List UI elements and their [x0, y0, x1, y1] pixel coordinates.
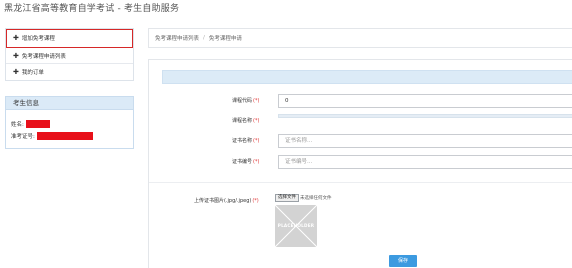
cert-name-label: 证书名称(*)	[232, 138, 260, 144]
menu-item-add-exempt-course[interactable]: ✚ 增加免考课程	[6, 29, 133, 48]
cert-number-input[interactable]: 证书编号...	[278, 155, 572, 169]
cert-name-input[interactable]: 证书名称...	[278, 134, 572, 148]
plus-icon: ✚	[13, 34, 19, 42]
student-name-label: 姓名:	[11, 122, 24, 128]
placeholder-text: PLACEHOLDER	[277, 223, 315, 228]
menu-item-exempt-list[interactable]: ✚ 免考课程申请列表	[6, 48, 133, 64]
student-exam-id-row: 准考证号:	[11, 130, 133, 142]
breadcrumb-separator: /	[203, 35, 205, 41]
menu-item-label: 我的订单	[21, 70, 44, 76]
redacted-exam-id	[36, 132, 93, 140]
student-info-panel: 考生信息 姓名: 准考证号:	[5, 96, 134, 149]
exempt-application-form: 课程代码(*) 0 课程名称(*) 证书名称(*) 证书名称... 证书编号(*…	[148, 59, 572, 268]
menu-item-my-orders[interactable]: ✚ 我的订单	[6, 64, 133, 80]
cert-number-label: 证书编号(*)	[232, 159, 260, 165]
student-info-body: 姓名: 准考证号:	[6, 110, 133, 148]
student-info-title: 考生信息	[6, 97, 133, 110]
save-button[interactable]: 保存	[389, 255, 417, 267]
form-header-bar	[162, 70, 572, 84]
breadcrumb-link-exempt-list[interactable]: 免考课程申请列表	[155, 34, 199, 42]
course-code-input[interactable]: 0	[278, 94, 572, 108]
menu-item-label: 增加免考课程	[21, 36, 55, 42]
course-name-field[interactable]	[278, 114, 572, 118]
plus-icon: ✚	[13, 51, 19, 60]
choose-file-button[interactable]: 选择文件	[275, 194, 299, 202]
form-divider	[149, 182, 572, 183]
upload-label: 上传证书图片(.jpg/.jpeg)(*)	[194, 198, 259, 204]
course-name-label: 课程名称(*)	[232, 118, 260, 124]
page-title: 黑龙江省高等教育自学考试 - 考生自助服务	[4, 4, 180, 14]
redacted-name	[25, 120, 50, 128]
sidebar-menu: ✚ 增加免考课程 ✚ 免考课程申请列表 ✚ 我的订单	[5, 28, 134, 81]
student-exam-id-label: 准考证号:	[11, 134, 35, 140]
course-code-label: 课程代码(*)	[232, 98, 260, 104]
sidebar: ✚ 增加免考课程 ✚ 免考课程申请列表 ✚ 我的订单	[0, 28, 135, 81]
student-name-row: 姓名:	[11, 118, 133, 130]
plus-icon: ✚	[13, 68, 19, 76]
breadcrumb-current: 免考课程申请	[208, 36, 242, 42]
menu-item-label: 免考课程申请列表	[21, 53, 66, 60]
breadcrumb: 免考课程申请列表 / 免考课程申请	[148, 28, 572, 48]
certificate-preview-image: PLACEHOLDER	[275, 205, 317, 247]
file-status-text: 未选择任何文件	[300, 196, 332, 201]
